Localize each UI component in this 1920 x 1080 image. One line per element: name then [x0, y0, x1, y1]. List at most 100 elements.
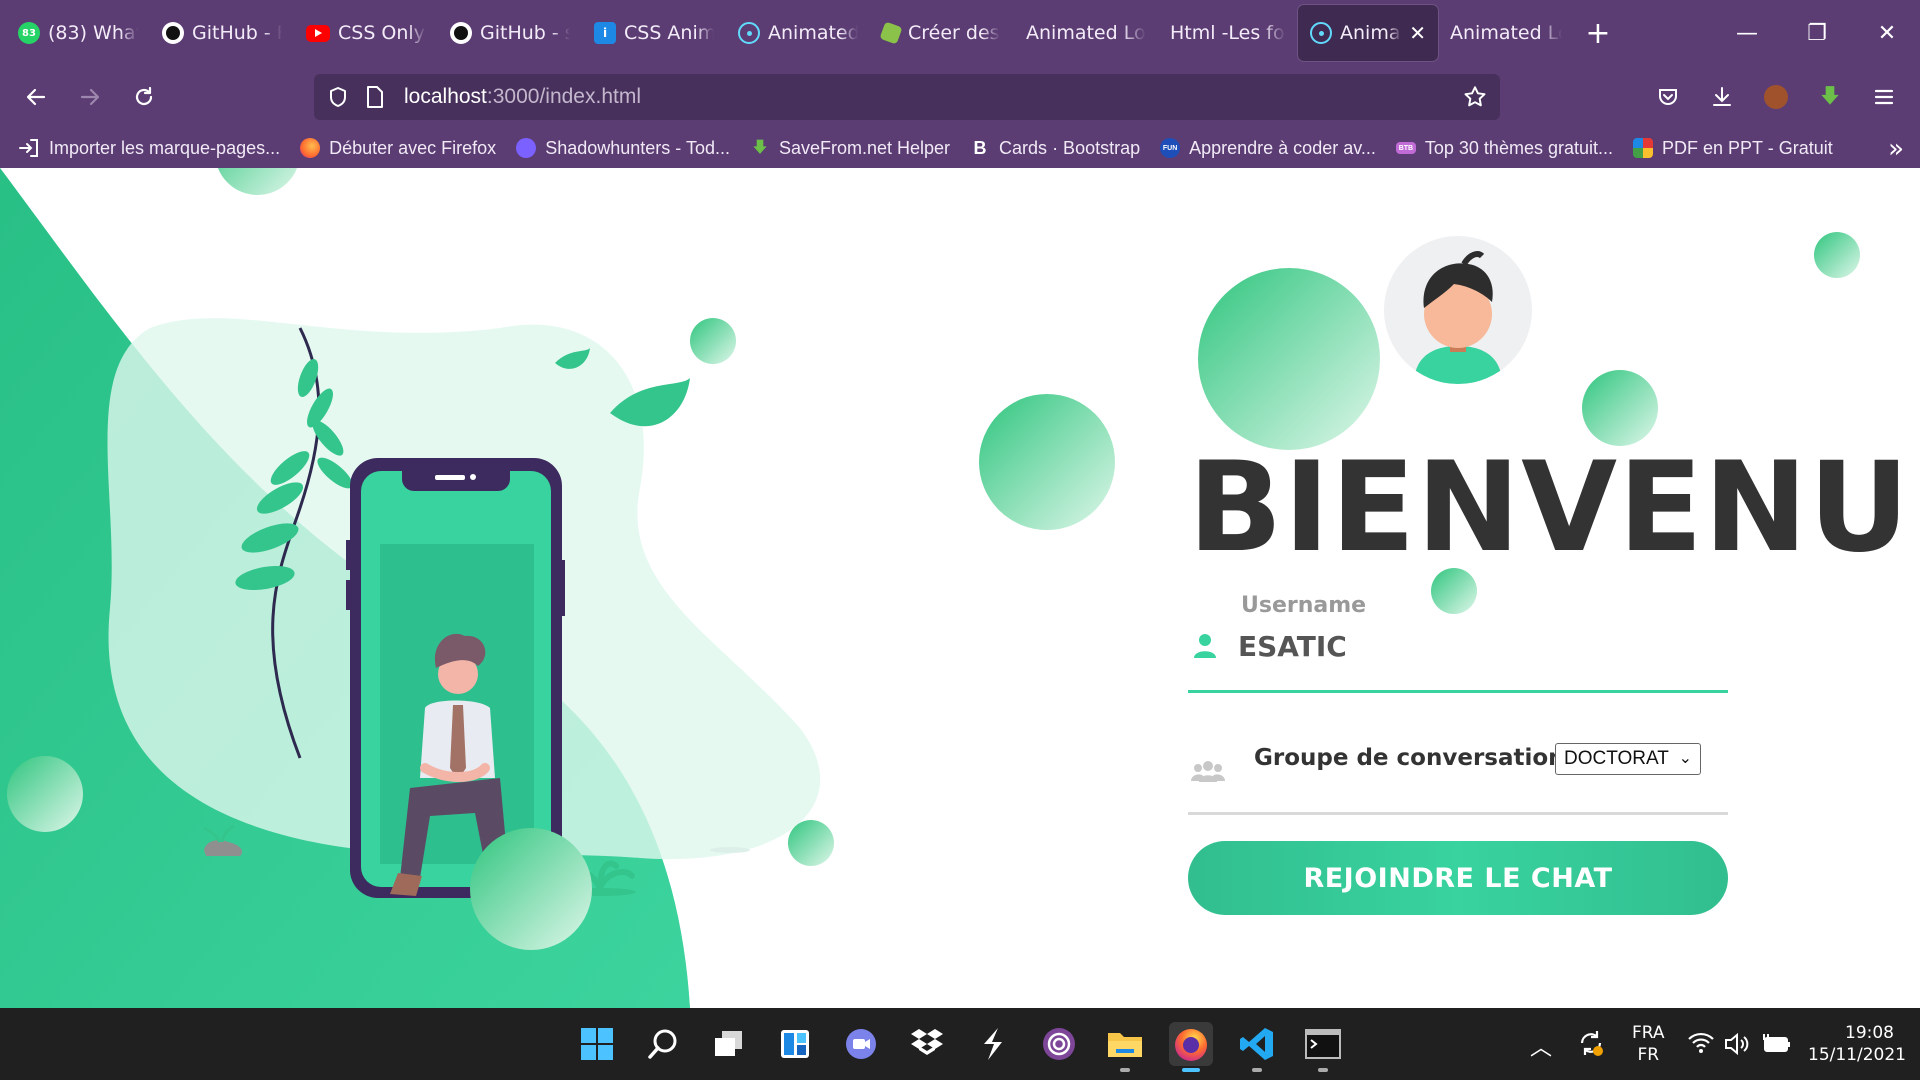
- bookmark-firefox[interactable]: Débuter avec Firefox: [300, 138, 496, 159]
- decor-bubble: [1198, 268, 1380, 450]
- app-s-button[interactable]: [971, 1022, 1015, 1066]
- clock-time: 19:08: [1845, 1023, 1894, 1043]
- battery-icon[interactable]: [1762, 1032, 1792, 1060]
- bookmark-themes[interactable]: BTB Top 30 thèmes gratuit...: [1395, 138, 1613, 159]
- clock[interactable]: 19:08 15/11/2021: [1808, 1022, 1906, 1066]
- bookmark-label: Apprendre à coder av...: [1189, 137, 1376, 158]
- tor-browser-button[interactable]: [1037, 1022, 1081, 1066]
- extension-button-1[interactable]: [1750, 66, 1802, 128]
- reload-button[interactable]: [118, 66, 170, 128]
- github-icon: [450, 22, 472, 44]
- new-tab-button[interactable]: +: [1574, 16, 1622, 51]
- user-avatar-icon: [1414, 251, 1502, 384]
- widgets-button[interactable]: [773, 1022, 817, 1066]
- tab-github-1[interactable]: GitHub - F: [150, 5, 294, 61]
- username-input[interactable]: [1238, 621, 1698, 671]
- bookmark-shadowhunters[interactable]: Shadowhunters - Tod...: [516, 138, 730, 159]
- bookmark-label: PDF en PPT - Gratuit: [1662, 137, 1833, 158]
- tab-github-2[interactable]: GitHub - s: [438, 5, 582, 61]
- file-explorer-button[interactable]: [1103, 1022, 1147, 1072]
- bookmark-fun-mooc[interactable]: FUN Apprendre à coder av...: [1160, 138, 1376, 159]
- shadowhunters-icon: [516, 138, 537, 158]
- teams-chat-button[interactable]: [839, 1022, 883, 1066]
- language-code: FRA: [1632, 1023, 1665, 1043]
- username-field-group: Username: [1188, 593, 1728, 693]
- pocket-button[interactable]: [1642, 66, 1694, 128]
- join-chat-button[interactable]: REJOINDRE LE CHAT: [1188, 841, 1728, 915]
- windows-start-icon: [581, 1028, 613, 1060]
- minimize-button[interactable]: —: [1712, 0, 1782, 66]
- react-icon: [1310, 22, 1332, 44]
- downloads-button[interactable]: [1696, 66, 1748, 128]
- wifi-signal-icon: [1688, 1032, 1714, 1053]
- chevron-down-icon: ⌄: [1678, 750, 1692, 767]
- tab-whatsapp[interactable]: 83 (83) WhatsApp: [6, 5, 150, 61]
- task-view-button[interactable]: [707, 1022, 751, 1066]
- bootstrap-icon: B: [973, 137, 987, 158]
- more-bookmarks-chevron-icon[interactable]: »: [1888, 134, 1904, 164]
- battery-charging-icon: [1763, 1034, 1790, 1052]
- tab-animated-login-1[interactable]: Animated Log: [1014, 5, 1158, 61]
- firefox-taskbar-button[interactable]: [1169, 1022, 1213, 1072]
- tab-active[interactable]: Animat ✕: [1298, 5, 1438, 61]
- language-indicator[interactable]: FRA FR: [1632, 1022, 1665, 1066]
- bookmark-import[interactable]: Importer les marque-pages...: [18, 138, 280, 159]
- arrow-right-icon: [80, 88, 100, 106]
- back-button[interactable]: [10, 66, 62, 128]
- group-select[interactable]: DOCTORAT ⌄: [1555, 743, 1701, 775]
- login-page: BIENVENUE Username Groupe de conversatio…: [0, 168, 1920, 1008]
- tab-css-animation[interactable]: i CSS Anima: [582, 5, 726, 61]
- menu-button[interactable]: [1858, 66, 1910, 128]
- speaker-icon: [1725, 1032, 1749, 1056]
- url-text[interactable]: localhost:3000/index.html: [404, 85, 641, 109]
- address-bar[interactable]: localhost:3000/index.html: [314, 74, 1500, 120]
- shield-icon[interactable]: [326, 85, 350, 109]
- tab-youtube[interactable]: CSS Only I: [294, 5, 438, 61]
- savefrom-icon: [1821, 86, 1839, 105]
- bookmark-pdf-ppt[interactable]: PDF en PPT - Gratuit: [1633, 138, 1833, 159]
- tab-creer[interactable]: Créer des: [870, 5, 1014, 61]
- decor-bubble: [979, 394, 1115, 530]
- restore-button[interactable]: ❐: [1782, 0, 1852, 66]
- windows-start-button[interactable]: [575, 1022, 619, 1066]
- running-indicator: [1252, 1068, 1262, 1072]
- bookmark-bootstrap[interactable]: B Cards · Bootstrap: [970, 137, 1141, 159]
- wifi-icon[interactable]: [1688, 1032, 1714, 1058]
- widgets-icon: [781, 1030, 809, 1058]
- tab-animated-react[interactable]: Animated: [726, 5, 870, 61]
- group-field-group: Groupe de conversation DOCTORAT ⌄: [1188, 733, 1728, 815]
- active-indicator: [1182, 1068, 1200, 1072]
- tray-overflow-chevron-icon[interactable]: ︿: [1530, 1030, 1552, 1062]
- vscode-icon: [1240, 1028, 1273, 1060]
- tab-animated-login-2[interactable]: Animated Log: [1438, 5, 1574, 61]
- decor-bubble: [788, 820, 834, 866]
- arrow-left-icon: [26, 88, 46, 106]
- forward-button[interactable]: [64, 66, 116, 128]
- import-icon: [19, 139, 38, 157]
- taskbar-search-button[interactable]: [641, 1022, 685, 1066]
- dropbox-button[interactable]: [905, 1022, 949, 1066]
- close-window-button[interactable]: ✕: [1852, 0, 1920, 66]
- firefox-icon: [1175, 1029, 1207, 1061]
- extension-button-2[interactable]: [1804, 66, 1856, 128]
- user-icon: [1194, 634, 1216, 658]
- star-bookmark-icon[interactable]: [1462, 84, 1488, 110]
- close-tab-icon[interactable]: ✕: [1409, 21, 1426, 45]
- sync-icon[interactable]: [1576, 1028, 1606, 1062]
- bookmark-savefrom[interactable]: SaveFrom.net Helper: [750, 137, 950, 159]
- tab-label: Animated Log: [1450, 22, 1562, 44]
- group-label: Groupe de conversation: [1254, 745, 1565, 771]
- volume-icon[interactable]: [1724, 1032, 1752, 1060]
- avatar: [1384, 236, 1532, 384]
- terminal-button[interactable]: [1301, 1022, 1345, 1072]
- task-view-icon: [715, 1031, 742, 1056]
- tab-strip: 83 (83) WhatsApp GitHub - F CSS Only I G…: [0, 0, 1920, 66]
- teams-chat-icon: [846, 1029, 876, 1059]
- vscode-button[interactable]: [1235, 1022, 1279, 1072]
- youtube-icon: [306, 24, 330, 42]
- page-title: BIENVENUE: [1188, 436, 1920, 580]
- react-icon: [738, 22, 760, 44]
- clock-date: 15/11/2021: [1808, 1045, 1906, 1065]
- tab-html-forms[interactable]: Html -Les form: [1158, 5, 1298, 61]
- url-path: :3000/index.html: [486, 85, 641, 108]
